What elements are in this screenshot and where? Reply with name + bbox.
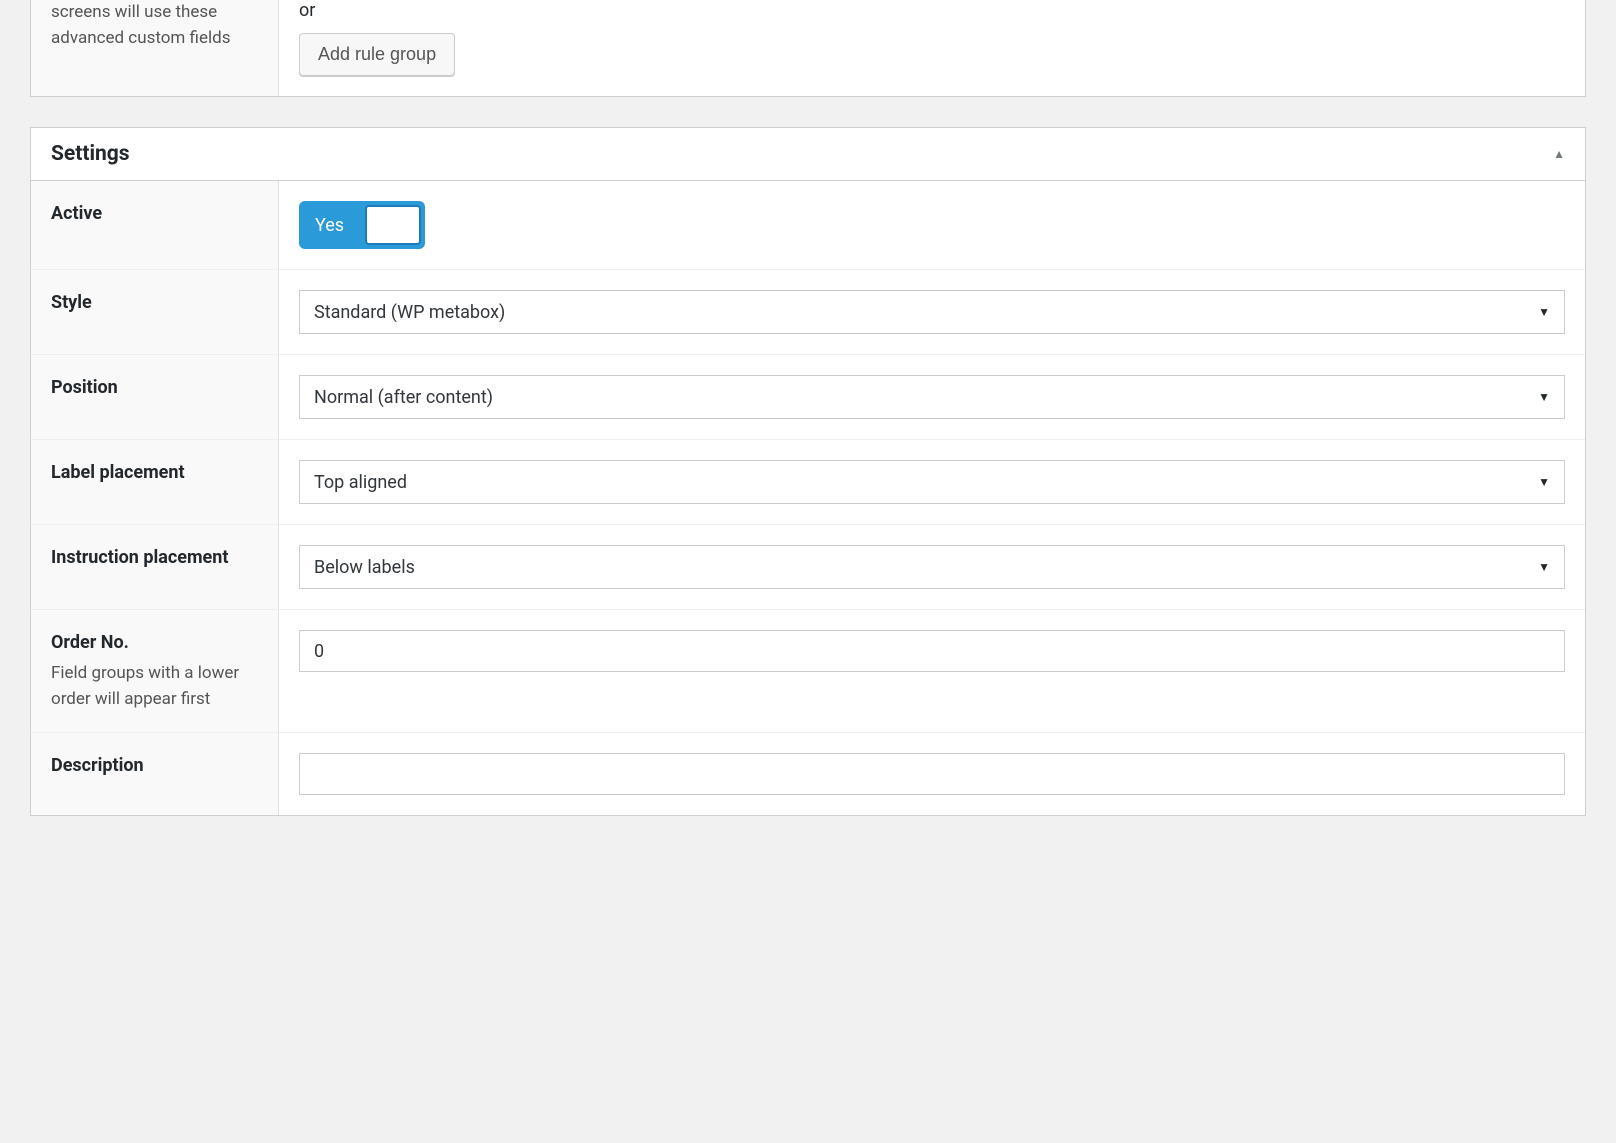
description-field-cell [279, 733, 1585, 815]
style-field-cell: Standard (WP metabox) [279, 270, 1585, 354]
settings-panel: Settings ▲ Active Yes Style Standard (WP… [30, 127, 1586, 816]
order-no-row: Order No. Field groups with a lower orde… [31, 610, 1585, 733]
settings-header[interactable]: Settings ▲ [31, 128, 1585, 181]
label-placement-value: Top aligned [314, 472, 407, 493]
active-label: Active [51, 201, 258, 226]
position-label-cell: Position [31, 355, 279, 439]
position-field-cell: Normal (after content) [279, 355, 1585, 439]
label-placement-label-cell: Label placement [31, 440, 279, 524]
instruction-placement-row: Instruction placement Below labels [31, 525, 1585, 610]
active-row: Active Yes [31, 181, 1585, 270]
order-no-description: Field groups with a lower order will app… [51, 661, 258, 712]
instruction-placement-label-cell: Instruction placement [31, 525, 279, 609]
add-rule-group-button[interactable]: Add rule group [299, 33, 455, 76]
order-no-label-cell: Order No. Field groups with a lower orde… [31, 610, 279, 732]
order-no-input[interactable]: 0 [299, 630, 1565, 672]
description-input[interactable] [299, 753, 1565, 795]
style-value: Standard (WP metabox) [314, 302, 505, 323]
label-placement-label: Label placement [51, 460, 258, 485]
instruction-placement-field-cell: Below labels [279, 525, 1585, 609]
position-select[interactable]: Normal (after content) [299, 375, 1565, 419]
style-label: Style [51, 290, 258, 315]
location-field-cell: or Add rule group [279, 0, 1585, 96]
collapse-icon[interactable]: ▲ [1553, 147, 1565, 161]
position-value: Normal (after content) [314, 387, 493, 408]
style-row: Style Standard (WP metabox) [31, 270, 1585, 355]
description-label-cell: Description [31, 733, 279, 815]
or-label: or [299, 0, 1565, 21]
settings-heading: Settings [51, 142, 130, 166]
position-row: Position Normal (after content) [31, 355, 1585, 440]
toggle-handle [365, 205, 421, 245]
active-label-cell: Active [31, 181, 279, 269]
active-field-cell: Yes [279, 181, 1585, 269]
style-select[interactable]: Standard (WP metabox) [299, 290, 1565, 334]
position-label: Position [51, 375, 258, 400]
instruction-placement-select[interactable]: Below labels [299, 545, 1565, 589]
label-placement-select[interactable]: Top aligned [299, 460, 1565, 504]
order-no-label: Order No. [51, 630, 258, 655]
order-no-field-cell: 0 [279, 610, 1585, 732]
order-no-value: 0 [314, 641, 324, 662]
instruction-placement-label: Instruction placement [51, 545, 258, 570]
label-placement-row: Label placement Top aligned [31, 440, 1585, 525]
description-label: Description [51, 753, 258, 778]
location-row: screens will use these advanced custom f… [31, 0, 1585, 96]
active-toggle-label: Yes [303, 215, 356, 236]
instruction-placement-value: Below labels [314, 557, 415, 578]
location-panel: screens will use these advanced custom f… [30, 0, 1586, 97]
label-placement-field-cell: Top aligned [279, 440, 1585, 524]
location-description-partial: screens will use these advanced custom f… [51, 0, 258, 51]
location-label-cell: screens will use these advanced custom f… [31, 0, 279, 96]
active-toggle[interactable]: Yes [299, 201, 425, 249]
style-label-cell: Style [31, 270, 279, 354]
description-row: Description [31, 733, 1585, 815]
